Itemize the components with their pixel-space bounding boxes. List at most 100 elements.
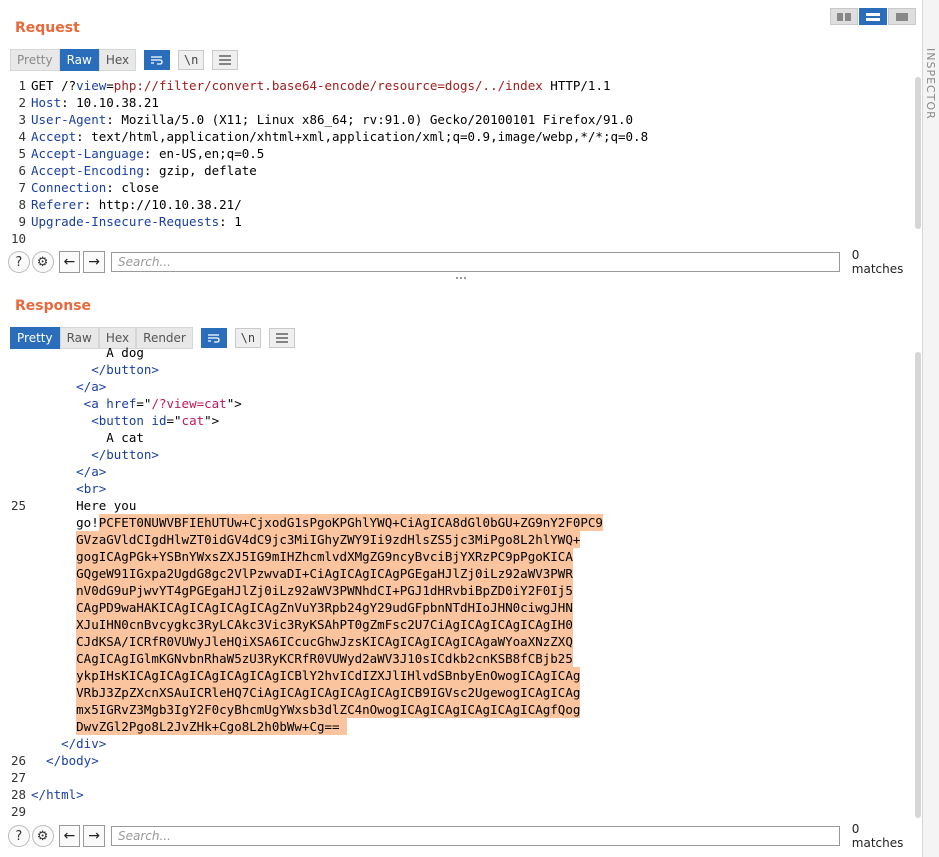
response-code-line: < br > [0, 480, 912, 497]
code-token: > [98, 464, 107, 479]
code-token: Here you [31, 498, 137, 513]
code-token: mx5IGRvZ3Mgb3IgY2F0cyBhcmUgYWxsb3dlZC4nO… [76, 701, 581, 718]
request-newline-toggle[interactable]: \n [178, 50, 205, 70]
code-token: cat [181, 413, 205, 428]
response-editor[interactable]: A dog </button > </a > < a href ="/?view=cat… [0, 344, 912, 820]
search-next-button[interactable]: → [83, 825, 105, 847]
request-menu-button[interactable] [212, 50, 239, 70]
response-search-input[interactable]: Search... [111, 826, 840, 846]
response-search-bar: ? ⚙ ← → Search... 0 matches [8, 822, 914, 850]
request-title: Request [15, 20, 80, 36]
line-number [0, 735, 31, 752]
code-token: HTTP/1.1 [542, 78, 611, 93]
line-number [0, 718, 31, 735]
wrap-icon [151, 56, 163, 65]
line-number: 4 [18, 129, 26, 144]
line-number [0, 514, 31, 531]
code-token: Connection [31, 180, 107, 195]
code-token: a [91, 379, 99, 394]
gear-icon[interactable]: ⚙ [31, 251, 54, 273]
inspector-sidebar[interactable]: INSPECTOR [922, 0, 939, 857]
request-search-input[interactable]: Search... [111, 252, 840, 272]
request-tab-raw[interactable]: Raw [59, 49, 99, 71]
code-token: html [46, 787, 77, 802]
line-number [0, 565, 31, 582]
response-match-count: 0 matches [851, 822, 904, 850]
code-token: A dog [31, 345, 144, 360]
code-token: id [151, 413, 167, 428]
code-token: > [98, 379, 107, 394]
response-code-line: DwvZGl2Pgo8L2JvZHk+Cgo8L2h0bWw+Cg== [0, 718, 912, 735]
code-token: =" [136, 396, 152, 411]
code-token: nV0dG9uPjwvYT4gPGEgaHJlZj0iLz92aWV3PWNhd… [76, 582, 573, 599]
search-prev-button[interactable]: ← [58, 825, 81, 847]
code-token: > [151, 362, 159, 377]
code-token: "> [226, 396, 242, 411]
line-number [0, 429, 31, 446]
request-code-line: 1 GET /? view = php://filter/convert.base64-… [0, 77, 912, 94]
line-number [0, 412, 31, 429]
code-token: : en-US,en;q=0.5 [143, 146, 265, 161]
help-icon[interactable]: ? [8, 825, 30, 847]
line-number [0, 378, 31, 395]
panel-resize-handle[interactable] [0, 276, 922, 280]
code-token: > [76, 787, 84, 802]
inspector-label: INSPECTOR [924, 48, 937, 120]
response-code-line: gogICAgPGk+YSBnYWxsZXJ5IG9mIHZhcmlvdXMgZ… [0, 548, 912, 565]
response-code-line: 25 Here you [0, 497, 912, 514]
request-tab-hex[interactable]: Hex [98, 49, 137, 71]
line-number [0, 684, 31, 701]
line-number: 6 [18, 163, 26, 178]
code-token: gogICAgPGk+YSBnYWxsZXJ5IG9mIHZhcmlvdXMgZ… [76, 548, 573, 565]
code-token: Referer [31, 197, 84, 212]
layout-single-button[interactable] [888, 8, 916, 25]
line-number: 2 [18, 95, 26, 110]
hamburger-icon [219, 55, 232, 65]
code-token: GQgeW91IGxpa2UgdG8gc2VlPzwvaDI+CiAgICAgI… [76, 565, 573, 582]
line-number [0, 667, 31, 684]
line-number [0, 361, 31, 378]
line-number: 1 [18, 78, 26, 93]
code-token: </ [31, 787, 47, 802]
response-code-line: 29 [0, 803, 912, 820]
line-number [0, 480, 31, 497]
code-token: go! [31, 515, 99, 530]
code-token: </ [31, 753, 62, 768]
layout-stacked-button[interactable] [859, 8, 887, 25]
code-token: > [98, 481, 107, 496]
code-token: = [106, 78, 114, 93]
request-tab-pretty[interactable]: Pretty [10, 49, 60, 71]
line-number: 5 [18, 146, 26, 161]
response-code-line: </button > [0, 446, 912, 463]
request-code-line: 2 Host: 10.10.38.21 [0, 94, 912, 111]
help-icon[interactable]: ? [8, 251, 30, 273]
request-scrollbar[interactable] [915, 77, 921, 229]
gear-icon[interactable]: ⚙ [31, 825, 54, 847]
code-token: PCFET0NUWVBFIEhUTUw+CjxodG1sPgoKPGhlYWQ+… [98, 514, 603, 531]
code-token: </ [31, 362, 107, 377]
code-token: button [106, 447, 152, 462]
code-token: div [76, 736, 99, 751]
request-wrap-lines-button[interactable] [144, 50, 171, 70]
rows-icon [866, 12, 880, 21]
code-token: </ [31, 379, 92, 394]
code-token: > [151, 447, 159, 462]
code-token: : http://10.10.38.21/ [83, 197, 242, 212]
response-code-line: GVzaGVldCIgdHlwZT0idGV4dC9jc3MiIGhyZWY9I… [0, 531, 912, 548]
request-editor[interactable]: 1 GET /? view = php://filter/convert.base64-… [0, 77, 912, 247]
code-token: Accept-Encoding [31, 163, 144, 178]
search-next-button[interactable]: → [83, 251, 105, 273]
line-number [0, 531, 31, 548]
search-prev-button[interactable]: ← [58, 251, 81, 273]
line-number: 25 [10, 498, 26, 513]
layout-side-by-side-button[interactable] [830, 8, 858, 25]
response-scrollbar[interactable] [915, 352, 921, 818]
request-code-line: 10 [0, 230, 912, 247]
response-code-line: CAgICAgIGlmKGNvbnRhaW5zU3RyKCRfR0VUWyd2a… [0, 650, 912, 667]
